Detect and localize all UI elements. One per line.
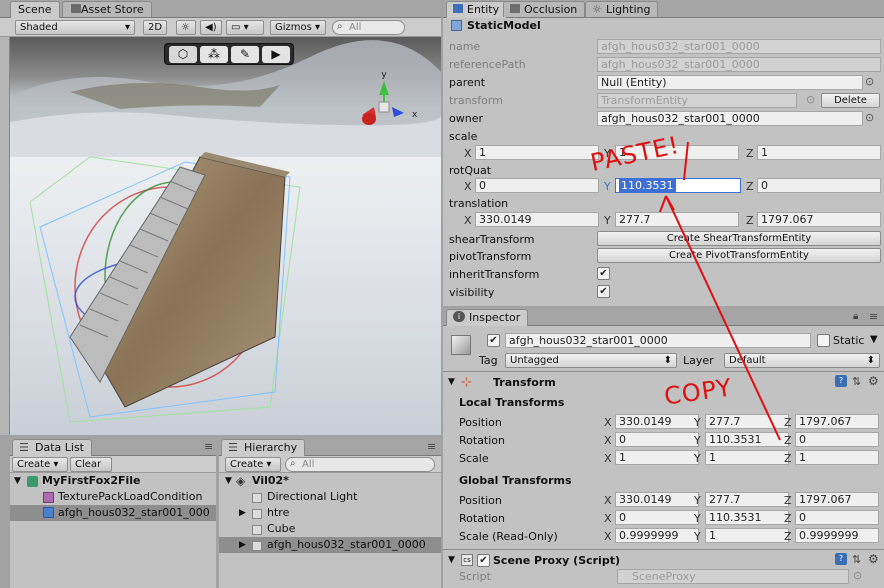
annotation-overlay [659, 141, 781, 441]
